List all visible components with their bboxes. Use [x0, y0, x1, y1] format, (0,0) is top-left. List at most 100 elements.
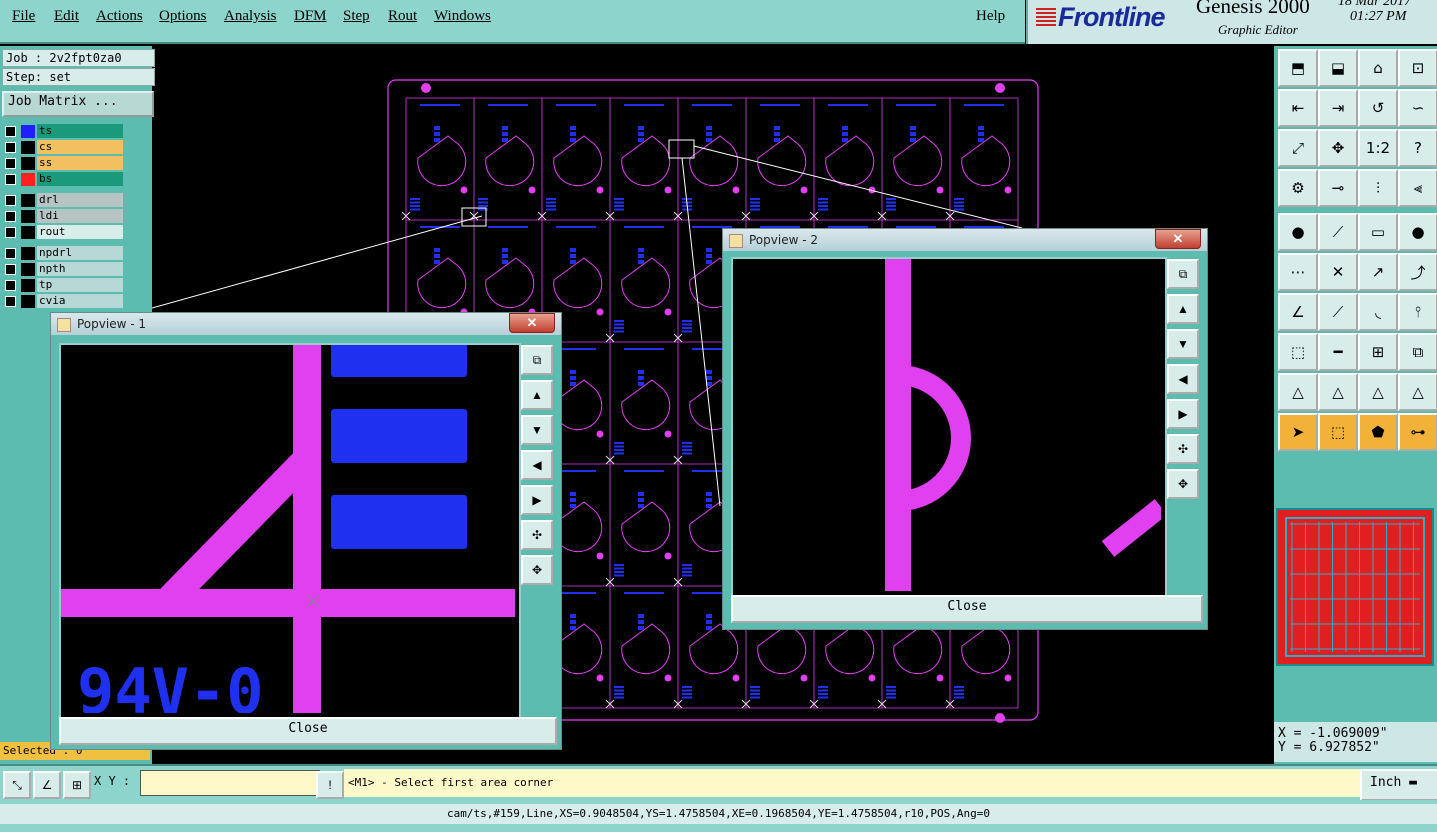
- popview-1-canvas[interactable]: 94V-0: [59, 343, 521, 719]
- home-icon[interactable]: ⌂: [1358, 49, 1398, 87]
- pan-up-icon[interactable]: ▲: [1167, 294, 1199, 324]
- pan-right-icon[interactable]: ▶: [1167, 399, 1199, 429]
- layer-row-ss[interactable]: ss: [3, 156, 123, 171]
- pan-left-icon[interactable]: ◀: [521, 450, 553, 480]
- menu-analysis[interactable]: Analysis: [224, 8, 277, 25]
- popview-2-close-icon[interactable]: ✕: [1155, 229, 1201, 249]
- job-matrix-button[interactable]: Job Matrix ...: [2, 91, 154, 117]
- arc-tool-icon[interactable]: ◟: [1358, 293, 1398, 331]
- pan-right-icon[interactable]: ⇥: [1318, 89, 1358, 127]
- menu-dfm[interactable]: DFM: [294, 8, 327, 25]
- help-icon[interactable]: ?: [1398, 129, 1437, 167]
- route-tool-icon[interactable]: ⟋: [1318, 213, 1358, 251]
- net-tool-icon[interactable]: ⫶: [1358, 169, 1398, 207]
- menu-rout[interactable]: Rout: [388, 8, 417, 25]
- layer-row-rout[interactable]: rout: [3, 225, 123, 240]
- pin-tool-icon[interactable]: ⊸: [1318, 169, 1358, 207]
- zoom-home-icon[interactable]: ⬒: [1278, 49, 1318, 87]
- pan-left-icon[interactable]: ◀: [1167, 364, 1199, 394]
- pan-up-icon[interactable]: ▲: [521, 380, 553, 410]
- menu-edit[interactable]: Edit: [54, 8, 79, 25]
- popview-2-close-button[interactable]: Close: [731, 595, 1203, 623]
- triangle-b-icon[interactable]: △: [1318, 373, 1358, 411]
- ruler-icon[interactable]: ▭: [1358, 213, 1398, 251]
- zoom-out-icon[interactable]: ✥: [1167, 469, 1199, 499]
- select-pad-icon[interactable]: ●: [1278, 213, 1318, 251]
- menu-file[interactable]: File: [12, 8, 35, 25]
- pan-down-icon[interactable]: ▼: [1167, 329, 1199, 359]
- layer-row-cvia[interactable]: cvia: [3, 294, 123, 309]
- zoom-fit-icon[interactable]: ⤢: [1278, 129, 1318, 167]
- menu-help[interactable]: Help: [976, 8, 1005, 25]
- copy-shape-icon[interactable]: ⧉: [1398, 333, 1437, 371]
- layer-row-tp[interactable]: tp: [3, 278, 123, 293]
- pan-right-icon[interactable]: ▶: [521, 485, 553, 515]
- grid-icon[interactable]: ⊞: [63, 771, 91, 799]
- zoom-center-icon[interactable]: ✥: [1318, 129, 1358, 167]
- layer-checkbox[interactable]: [5, 296, 16, 307]
- vertex-tool-icon[interactable]: ⤴: [1398, 253, 1437, 291]
- measure-icon[interactable]: ∠: [33, 771, 61, 799]
- menu-options[interactable]: Options: [159, 8, 207, 25]
- zoom-in-icon[interactable]: ✣: [521, 520, 553, 550]
- net-highlight-icon[interactable]: ⫷: [1398, 169, 1437, 207]
- alert-icon[interactable]: !: [316, 771, 344, 799]
- zoom-reset-icon[interactable]: ⬓: [1318, 49, 1358, 87]
- popview-1-close-button[interactable]: Close: [59, 717, 557, 745]
- diagonal-line-icon[interactable]: ⟋: [1318, 293, 1358, 331]
- measure-tool-icon[interactable]: ⚙: [1278, 169, 1318, 207]
- layer-checkbox[interactable]: [5, 227, 16, 238]
- angle-line-icon[interactable]: ∠: [1278, 293, 1318, 331]
- select-arrow-icon[interactable]: ➤: [1278, 413, 1318, 451]
- layer-checkbox[interactable]: [5, 211, 16, 222]
- triangle-a-icon[interactable]: △: [1278, 373, 1318, 411]
- layer-checkbox[interactable]: [5, 174, 16, 185]
- layer-checkbox[interactable]: [5, 280, 16, 291]
- zoom-in-icon[interactable]: ✣: [1167, 434, 1199, 464]
- pan-left-icon[interactable]: ⇤: [1278, 89, 1318, 127]
- layer-checkbox[interactable]: [5, 195, 16, 206]
- menu-actions[interactable]: Actions: [96, 8, 143, 25]
- round-pad-icon[interactable]: ●: [1398, 213, 1437, 251]
- fit-tool-icon[interactable]: ⊞: [1358, 333, 1398, 371]
- menu-step[interactable]: Step: [343, 8, 370, 25]
- layer-row-npth[interactable]: npth: [3, 262, 123, 277]
- layer-checkbox[interactable]: [5, 264, 16, 275]
- zoom-window-icon[interactable]: ⧉: [1167, 259, 1199, 289]
- zoom-out-icon[interactable]: ✥: [521, 555, 553, 585]
- text-tool-icon[interactable]: ⫯: [1398, 293, 1437, 331]
- layer-row-ldi[interactable]: ldi: [3, 209, 123, 224]
- units-dropdown[interactable]: Inch ▬: [1360, 769, 1437, 801]
- menu-windows[interactable]: Windows: [434, 8, 491, 25]
- pad-dot-icon[interactable]: ⬚: [1278, 333, 1318, 371]
- layer-checkbox[interactable]: [5, 158, 16, 169]
- redraw-curve-icon[interactable]: ∽: [1398, 89, 1437, 127]
- snap-icon[interactable]: ⤡: [3, 771, 31, 799]
- popview-2-canvas[interactable]: [731, 257, 1167, 597]
- select-polygon-icon[interactable]: ⬟: [1358, 413, 1398, 451]
- layer-row-ts[interactable]: ts: [3, 124, 123, 139]
- triangle-c-icon[interactable]: △: [1358, 373, 1398, 411]
- layer-row-drl[interactable]: drl: [3, 193, 123, 208]
- layer-row-cs[interactable]: cs: [3, 140, 123, 155]
- pan-down-icon[interactable]: ▼: [521, 415, 553, 445]
- panel-minimap[interactable]: [1276, 508, 1434, 666]
- xy-input[interactable]: [140, 770, 320, 796]
- connect-tool-icon[interactable]: ⋯: [1278, 253, 1318, 291]
- move-tool-icon[interactable]: ↗: [1358, 253, 1398, 291]
- scale-1-2-icon[interactable]: 1:2: [1358, 129, 1398, 167]
- zoom-area-icon[interactable]: ⊡: [1398, 49, 1437, 87]
- layer-checkbox[interactable]: [5, 248, 16, 259]
- layer-row-bs[interactable]: bs: [3, 172, 123, 187]
- layer-checkbox[interactable]: [5, 126, 16, 137]
- zoom-window-icon[interactable]: ⧉: [521, 345, 553, 375]
- redraw-back-icon[interactable]: ↺: [1358, 89, 1398, 127]
- triangle-d-icon[interactable]: △: [1398, 373, 1437, 411]
- select-net-icon[interactable]: ⊶: [1398, 413, 1437, 451]
- split-line-icon[interactable]: ━: [1318, 333, 1358, 371]
- layer-row-npdrl[interactable]: npdrl: [3, 246, 123, 261]
- layer-checkbox[interactable]: [5, 142, 16, 153]
- select-box-icon[interactable]: ⬚: [1318, 413, 1358, 451]
- cross-tool-icon[interactable]: ✕: [1318, 253, 1358, 291]
- popview-1-close-icon[interactable]: ✕: [509, 313, 555, 333]
